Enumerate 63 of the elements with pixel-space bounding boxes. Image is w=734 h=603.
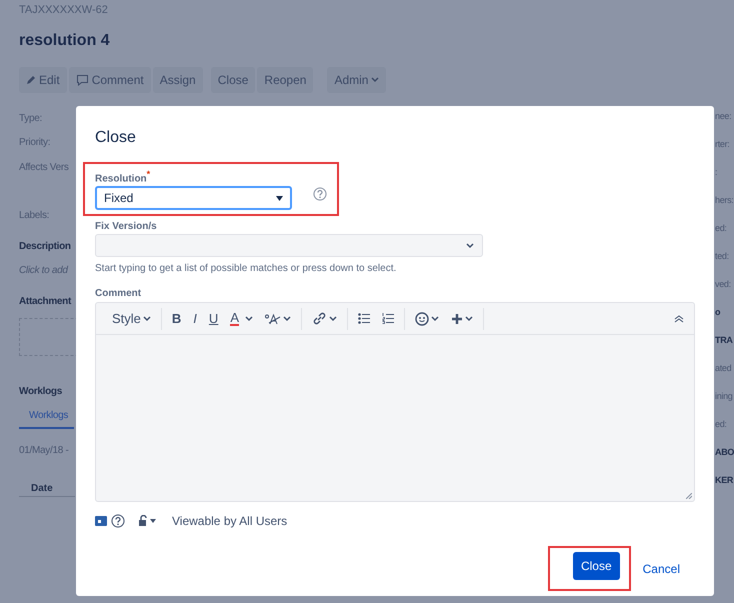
section-heading: Description <box>19 240 71 254</box>
pencil-icon <box>26 74 36 84</box>
help-icon <box>313 187 327 202</box>
unlocked-padlock-icon <box>139 515 148 528</box>
field-label: ed: <box>715 419 727 429</box>
field-label: Comment <box>95 287 142 302</box>
chevron-down-icon <box>244 316 253 322</box>
chevron-down-icon <box>142 316 151 322</box>
field-label: ted: <box>715 251 729 261</box>
help-text: Start typing to get a list of possible matches or press down to select. <box>95 262 398 276</box>
field-label: hers: <box>715 195 734 205</box>
section-heading: Worklogs <box>19 385 62 399</box>
caret-icon <box>150 519 156 524</box>
speech-bubble-icon <box>76 74 89 86</box>
field-label: ated <box>715 363 732 373</box>
section-heading: KER <box>715 475 734 485</box>
folder-icon <box>95 516 107 526</box>
dialog-title: Close <box>95 128 137 148</box>
close-submit-button[interactable]: Close <box>572 552 620 580</box>
field-label: Type: <box>19 112 42 126</box>
field-label: ved: <box>715 279 731 289</box>
double-chevron-up-icon <box>674 314 684 323</box>
field-label: Affects Vers <box>19 160 69 174</box>
dropdown-triangle-icon <box>276 196 283 201</box>
chevron-down-icon <box>371 76 380 82</box>
chevron-down-icon <box>282 316 291 322</box>
field-label: Priority: <box>19 136 50 150</box>
field-label: Fix Version/s <box>95 220 158 234</box>
field-label: : <box>715 167 718 177</box>
chevron-down-icon <box>430 316 439 322</box>
text-color-button[interactable]: A <box>226 308 257 330</box>
field-label: ining <box>715 391 733 401</box>
bullet-list-icon <box>358 313 370 324</box>
smiley-icon <box>414 312 429 326</box>
chevron-down-icon <box>464 316 473 322</box>
numbered-list-icon <box>382 313 394 324</box>
section-heading: o <box>715 307 720 317</box>
field-label: ed: <box>715 223 727 233</box>
resolution-select[interactable]: Fixed <box>95 186 292 210</box>
field-label: 01/May/18 - <box>19 444 69 458</box>
field-label: Labels: <box>19 209 50 223</box>
field-label: Resolution$^{*}$ <box>95 168 152 186</box>
chevron-down-icon <box>466 242 474 249</box>
visibility-text: Viewable by All Users <box>172 513 288 530</box>
link-icon <box>312 311 327 326</box>
section-heading: ABO <box>715 447 734 457</box>
text-style-icon <box>264 312 281 325</box>
section-heading: Attachment <box>19 294 72 308</box>
issue-key: TAJXXXXXXW-62 <box>19 2 715 18</box>
field-label: rter: <box>715 139 730 149</box>
style-dropdown[interactable]: Style <box>108 308 155 330</box>
plus-icon <box>450 312 463 325</box>
chevron-down-icon <box>328 316 337 322</box>
column-header: Date <box>19 481 75 497</box>
section-heading: TRA <box>715 335 733 345</box>
underline-button[interactable]: U <box>204 308 222 330</box>
field-label: nee: <box>715 111 732 121</box>
italic-button[interactable]: I <box>189 308 201 330</box>
resize-grip-icon <box>686 493 692 500</box>
cancel-link[interactable]: Cancel <box>638 560 684 578</box>
help-icon <box>111 514 125 528</box>
issue-title: resolution 4 <box>19 30 111 50</box>
bold-button[interactable]: B <box>168 308 186 330</box>
